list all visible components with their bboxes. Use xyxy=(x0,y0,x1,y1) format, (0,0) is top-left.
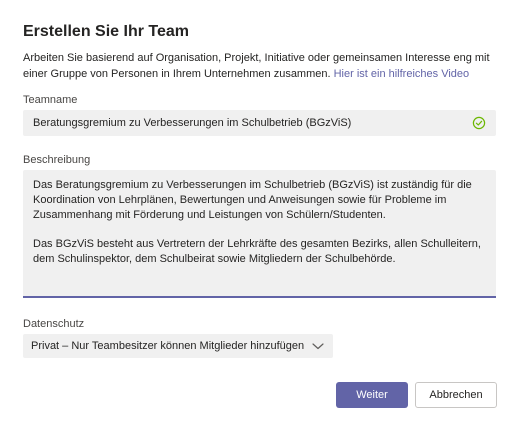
check-circle-icon xyxy=(472,116,486,130)
cancel-button[interactable]: Abbrechen xyxy=(415,382,497,408)
description-textarea[interactable]: Das Beratungsgremium zu Verbesserungen i… xyxy=(23,170,496,298)
description-label: Beschreibung xyxy=(23,154,91,166)
intro-text: Arbeiten Sie basierend auf Organisation,… xyxy=(23,50,493,82)
privacy-label: Datenschutz xyxy=(23,318,85,330)
description-paragraph-1: Das Beratungsgremium zu Verbesserungen i… xyxy=(33,179,472,221)
create-team-dialog: Erstellen Sie Ihr Team Arbeiten Sie basi… xyxy=(0,0,520,430)
chevron-down-icon xyxy=(311,341,325,351)
team-name-label: Teamname xyxy=(23,94,78,106)
privacy-dropdown[interactable]: Privat – Nur Teambesitzer können Mitglie… xyxy=(23,334,333,358)
description-paragraph-2: Das BGzViS besteht aus Vertretern der Le… xyxy=(33,238,481,265)
help-video-link[interactable]: Hier ist ein hilfreiches Video xyxy=(334,68,470,80)
team-name-value: Beratungsgremium zu Verbesserungen im Sc… xyxy=(33,117,352,129)
dialog-title: Erstellen Sie Ihr Team xyxy=(23,23,189,40)
team-name-input[interactable]: Beratungsgremium zu Verbesserungen im Sc… xyxy=(23,110,496,136)
privacy-selected-value: Privat – Nur Teambesitzer können Mitglie… xyxy=(31,340,305,352)
next-button[interactable]: Weiter xyxy=(336,382,408,408)
